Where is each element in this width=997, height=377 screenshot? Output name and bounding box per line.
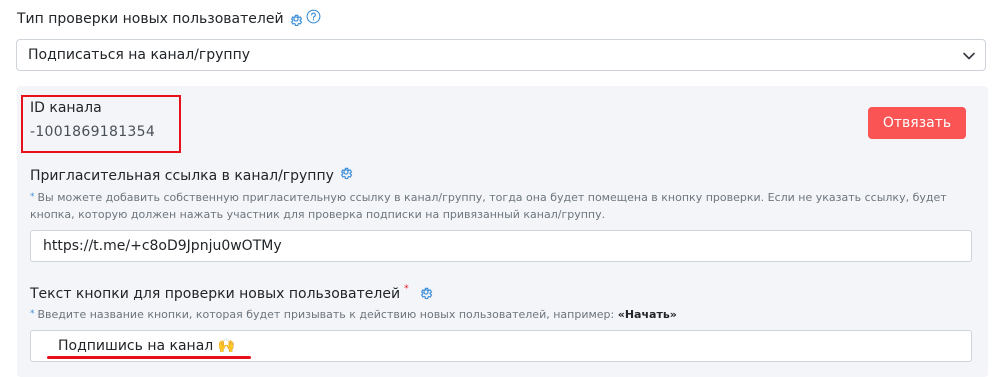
- button-text-value: Подпишись на канал 🙌: [58, 338, 236, 354]
- button-text-label-text: Текст кнопки для проверки новых пользова…: [30, 286, 401, 302]
- button-text-label: Текст кнопки для проверки новых пользова…: [30, 284, 433, 304]
- verification-type-label: Тип проверки новых пользователей: [17, 8, 321, 30]
- invite-link-label: Пригласительная ссылка в канал/группу: [30, 166, 353, 186]
- gear-icon[interactable]: [289, 12, 303, 26]
- required-mark: *: [404, 284, 409, 294]
- invite-link-hint-text: Вы можете добавить собственную пригласит…: [30, 191, 947, 221]
- verification-type-select[interactable]: Подписаться на канал/группу: [16, 39, 986, 71]
- hint-asterisk: *: [30, 309, 35, 319]
- hint-asterisk: *: [30, 192, 35, 202]
- gear-icon[interactable]: [419, 285, 433, 299]
- button-text-hint-example: «Начать»: [617, 308, 677, 321]
- button-text-hint: * Введите название кнопки, которая будет …: [30, 306, 677, 323]
- verification-type-text: Тип проверки новых пользователей: [17, 11, 284, 27]
- invite-link-input[interactable]: https://t.me/+c8oD9Jpnju0wOTMy: [30, 230, 972, 262]
- invite-link-hint: * Вы можете добавить собственную пригласи…: [30, 189, 975, 223]
- button-text-hint-text: Введите название кнопки, которая будет п…: [37, 308, 615, 321]
- unbind-button[interactable]: Отвязать: [868, 107, 966, 139]
- channel-id-value: -1001869181354: [30, 124, 156, 140]
- invite-link-label-text: Пригласительная ссылка в канал/группу: [30, 168, 334, 184]
- chevron-down-icon: [962, 49, 976, 63]
- verification-type-selected: Подписаться на канал/группу: [28, 47, 251, 63]
- annotation-underline: [47, 356, 251, 359]
- question-circle-icon[interactable]: [306, 9, 321, 24]
- invite-link-value: https://t.me/+c8oD9Jpnju0wOTMy: [43, 238, 282, 254]
- gear-icon[interactable]: [339, 165, 353, 179]
- channel-id-label: ID канала: [30, 100, 102, 116]
